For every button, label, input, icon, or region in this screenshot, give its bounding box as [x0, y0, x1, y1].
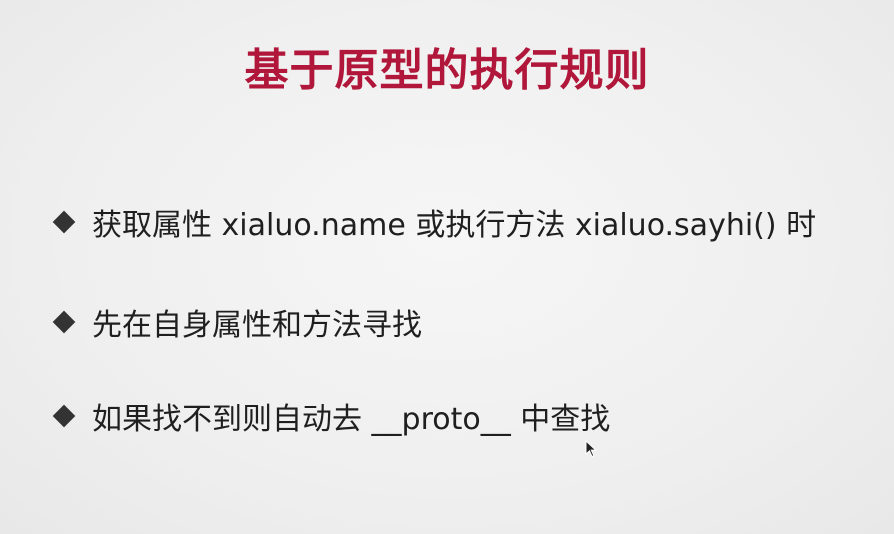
- bullet-text: 先在自身属性和方法寻找: [92, 308, 422, 343]
- diamond-bullet-icon: [52, 310, 76, 334]
- diamond-bullet-icon: [52, 404, 76, 428]
- slide-title: 基于原型的执行规则: [244, 45, 650, 96]
- bullet-item: 先在自身属性和方法寻找: [50, 298, 870, 346]
- bullet-text: 获取属性 xialuo.name 或执行方法 xialuo.sayhi() 时: [92, 208, 817, 243]
- diamond-bullet-icon: [52, 210, 76, 234]
- bullet-list: 获取属性 xialuo.name 或执行方法 xialuo.sayhi() 时 …: [50, 198, 870, 492]
- presentation-slide: 基于原型的执行规则 获取属性 xialuo.name 或执行方法 xialuo.…: [0, 0, 894, 534]
- bullet-item: 获取属性 xialuo.name 或执行方法 xialuo.sayhi() 时: [50, 198, 870, 246]
- bullet-text: 如果找不到则自动去 __proto__ 中查找: [92, 402, 611, 437]
- bullet-item: 如果找不到则自动去 __proto__ 中查找: [50, 392, 870, 440]
